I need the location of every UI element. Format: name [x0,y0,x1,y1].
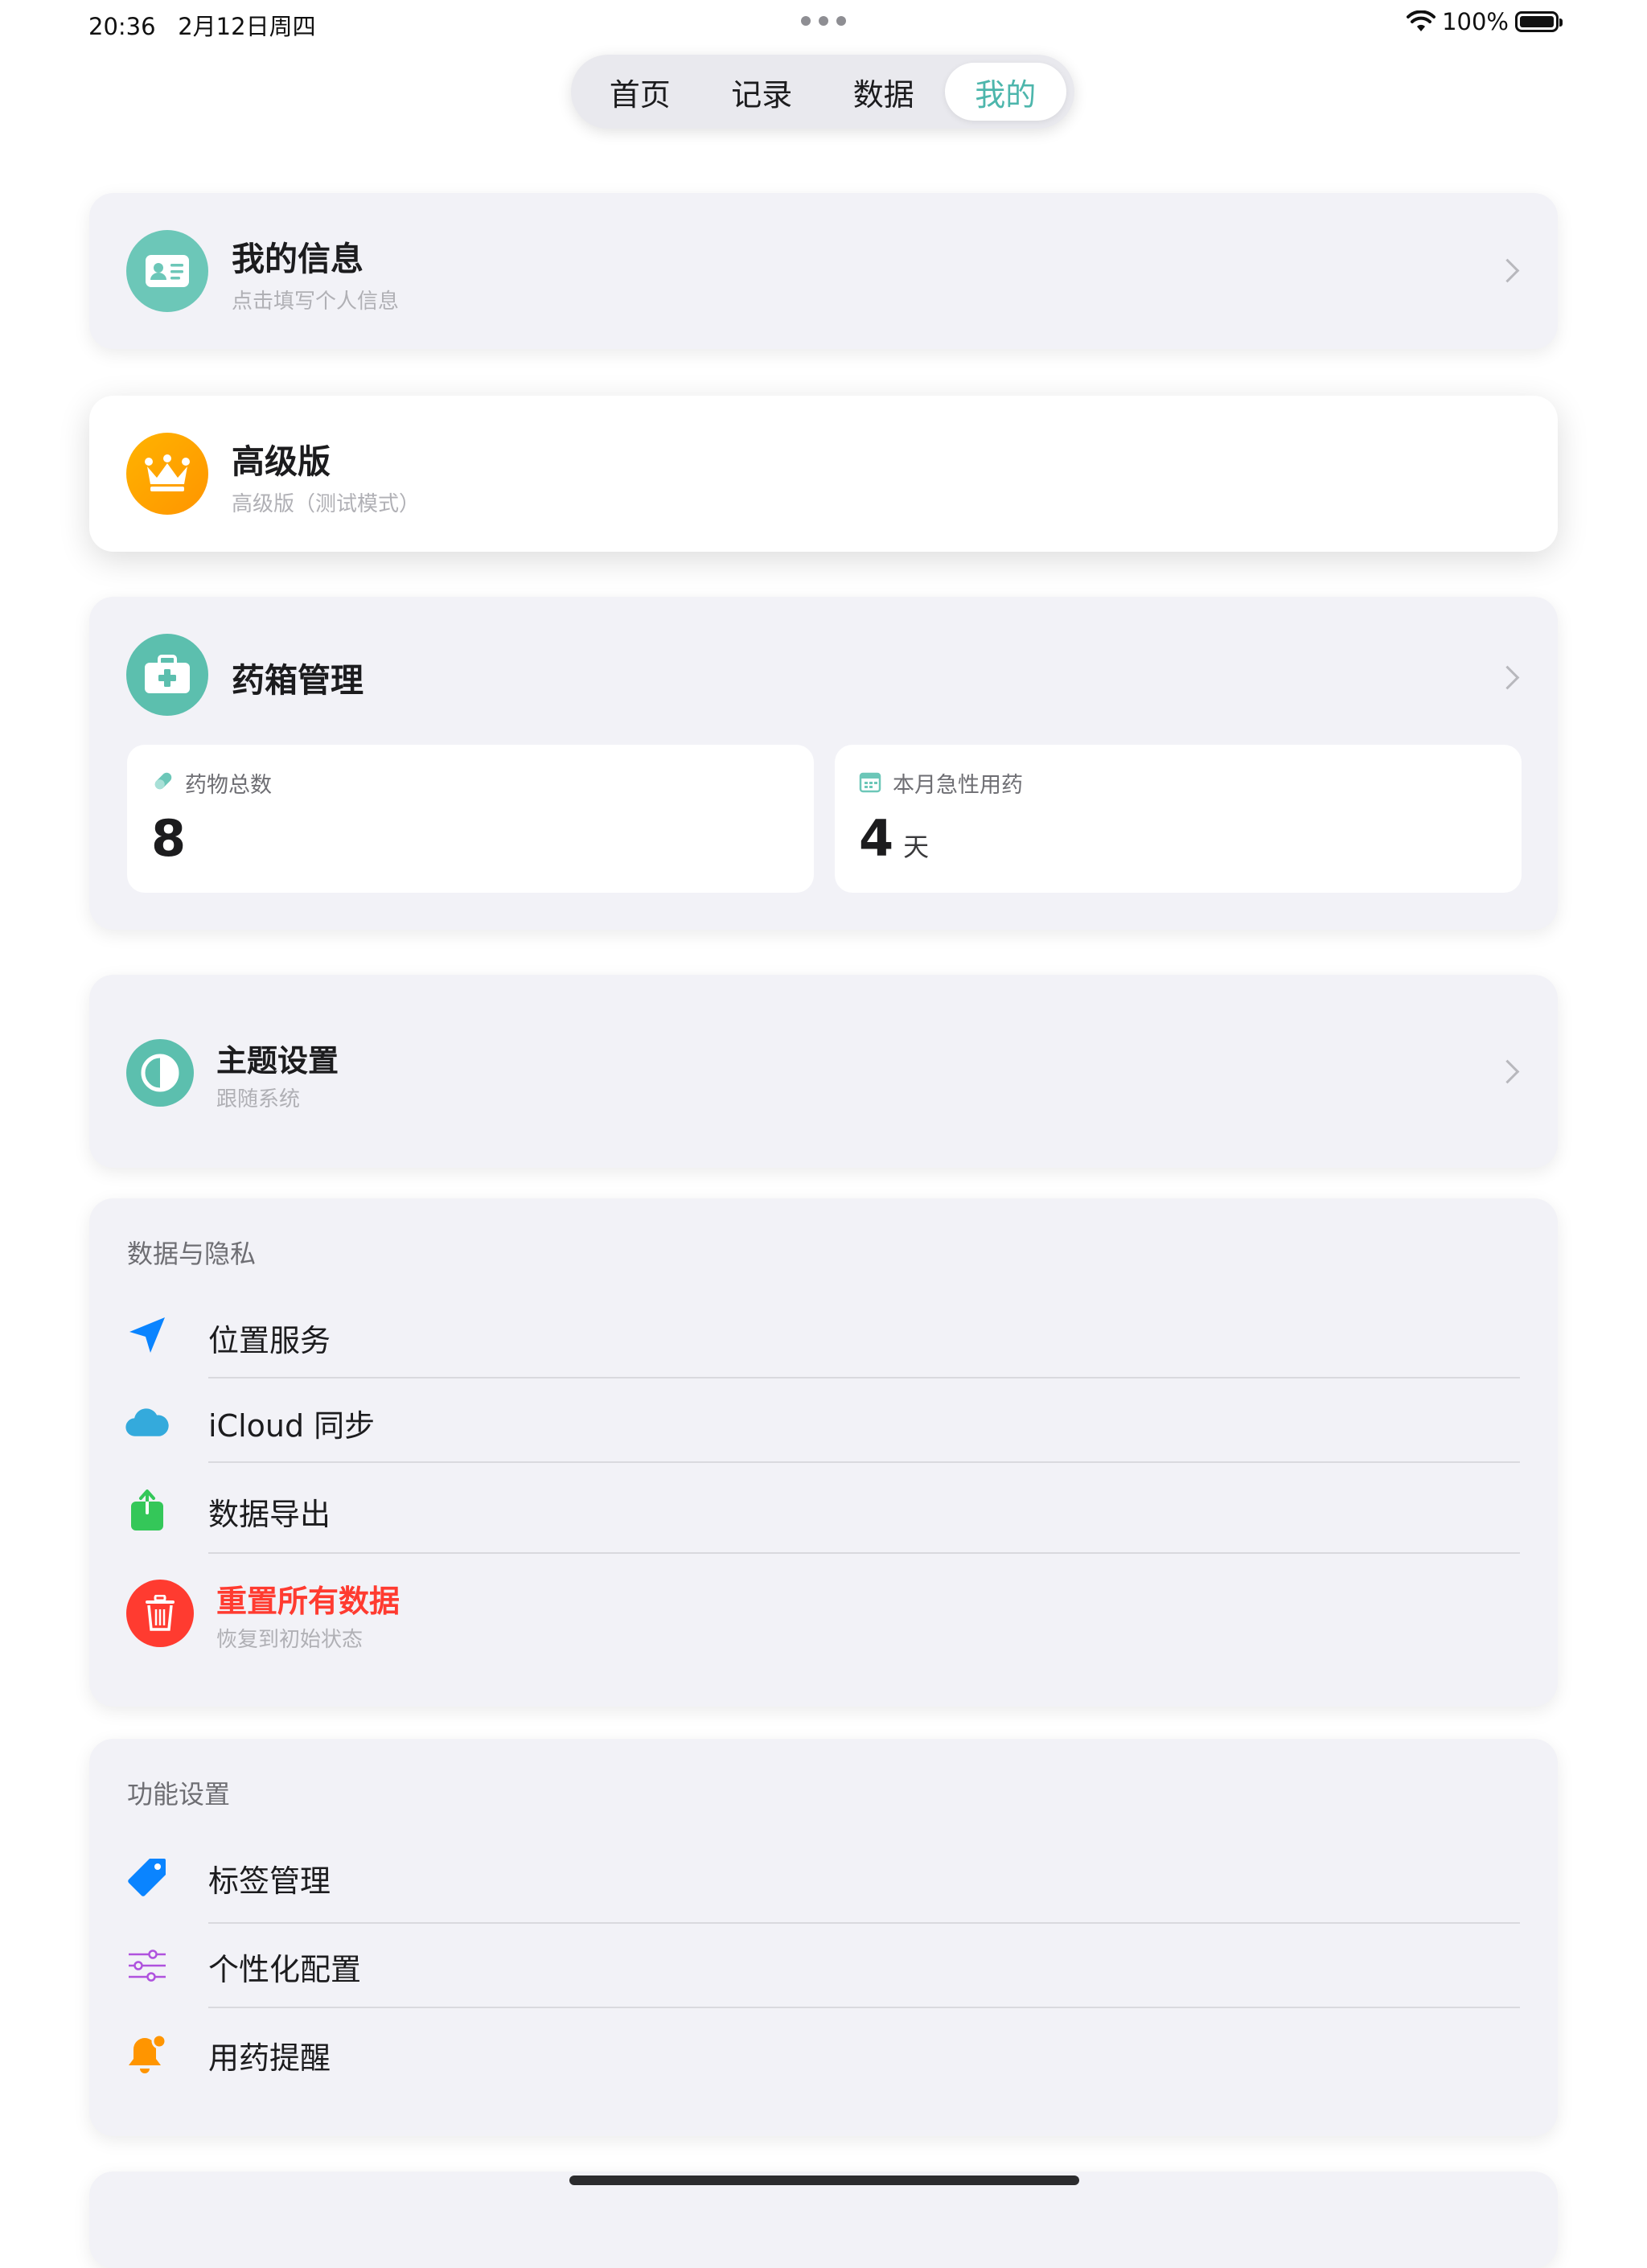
premium-title: 高级版 [232,442,331,481]
status-right: 100% [1407,8,1563,35]
tab-records[interactable]: 记录 [701,63,824,121]
stat-label: 药物总数 [185,773,272,798]
location-arrow-icon [125,1313,170,1358]
bell-badge-icon [125,2032,170,2077]
stat-label: 本月急性用药 [893,773,1023,798]
section-header-privacy: 数据与隐私 [127,1239,257,1269]
trash-icon [126,1580,194,1647]
tab-data[interactable]: 数据 [823,63,945,121]
medical-kit-icon [126,634,208,716]
divider [208,1552,1520,1554]
divider [208,2007,1520,2008]
theme-card[interactable]: 主题设置 跟随系统 [89,975,1558,1168]
status-time: 20:36 2月12日周四 [88,13,316,40]
theme-title: 主题设置 [216,1043,339,1079]
data-privacy-card: 数据与隐私 位置服务 iCloud 同步 数据导出 重置所有数据 恢复到初始状态 [89,1198,1558,1707]
next-card-partial [89,2171,1558,2268]
profile-title: 我的信息 [232,240,363,278]
chevron-right-icon [1495,1059,1520,1084]
profile-subtitle: 点击填写个人信息 [232,290,400,314]
list-item-location[interactable]: 位置服务 [208,1316,331,1360]
list-item-icloud-sync[interactable]: iCloud 同步 [208,1401,375,1445]
list-item-medication-reminder[interactable]: 用药提醒 [208,2033,331,2077]
list-item-data-export[interactable]: 数据导出 [208,1489,331,1534]
wifi-icon [1407,10,1436,31]
battery-percent: 100% [1442,8,1509,35]
tag-icon [125,1855,170,1900]
stat-acute-medication-days[interactable]: 本月急性用药 4天 [835,745,1522,893]
theme-subtitle: 跟随系统 [216,1087,301,1111]
profile-card[interactable]: 我的信息 点击填写个人信息 [89,193,1558,349]
stat-total-medicines[interactable]: 药物总数 8 [127,745,814,893]
calendar-icon [859,772,881,793]
multitasking-dots[interactable] [801,16,846,27]
medicine-box-title: 药箱管理 [232,661,363,700]
crown-icon [126,433,208,515]
cloud-icon [125,1399,170,1444]
feature-settings-card: 功能设置 标签管理 个性化配置 用药提醒 [89,1739,1558,2136]
divider [208,1377,1520,1378]
list-item-tag-management[interactable]: 标签管理 [208,1856,331,1900]
reset-data-subtitle: 恢复到初始状态 [216,1628,363,1652]
divider [208,1461,1520,1463]
pill-icon [154,772,172,790]
section-header-features: 功能设置 [127,1779,231,1810]
chevron-right-icon [1495,258,1520,283]
home-indicator[interactable] [569,2176,1079,2185]
reset-data-title[interactable]: 重置所有数据 [216,1576,400,1621]
list-item-personalization[interactable]: 个性化配置 [208,1945,361,1989]
battery-icon [1515,11,1563,32]
sliders-icon [125,1943,170,1988]
tab-home[interactable]: 首页 [579,63,701,121]
id-card-icon [126,230,208,312]
stat-value: 8 [151,809,187,868]
chevron-right-icon[interactable] [1495,665,1520,690]
top-tab-bar: 首页 记录 数据 我的 [571,55,1074,129]
tab-mine[interactable]: 我的 [944,63,1066,121]
divider [208,1922,1520,1924]
theme-half-circle-icon [126,1039,194,1107]
stat-value: 4天 [859,809,930,868]
share-export-icon [125,1488,170,1533]
premium-card[interactable]: 高级版 高级版（测试模式） [89,396,1558,552]
premium-subtitle: 高级版（测试模式） [232,492,421,516]
